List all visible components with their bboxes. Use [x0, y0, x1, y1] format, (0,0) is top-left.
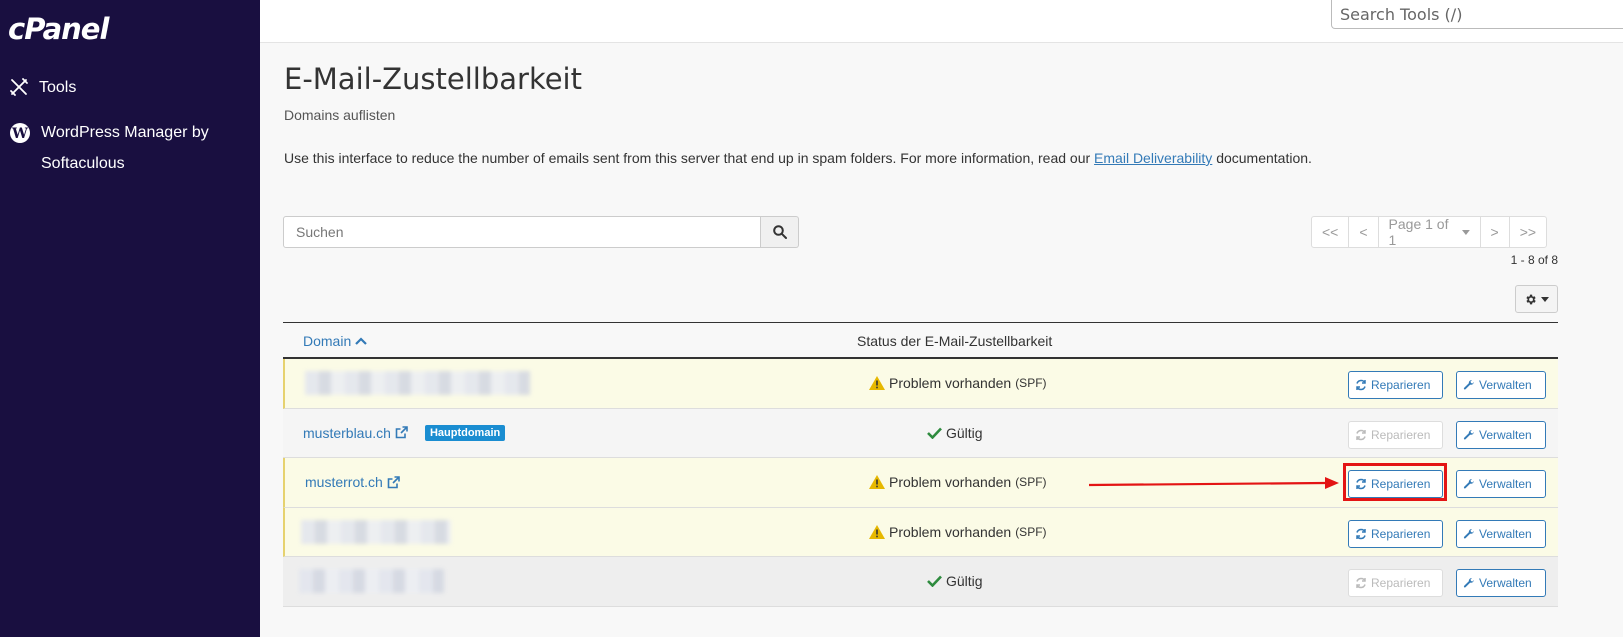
sidebar-item-wordpress[interactable]: W WordPress Manager by Softaculous [9, 117, 249, 179]
repair-button[interactable]: Reparieren [1348, 371, 1443, 399]
repair-button: Reparieren [1348, 420, 1443, 449]
chevron-up-icon [355, 337, 368, 345]
domain-cell: musterblau.ch Hauptdomain [303, 424, 506, 441]
caret-down-icon [1541, 296, 1549, 302]
sidebar-item-tools[interactable]: Tools [9, 72, 76, 103]
gear-icon [1526, 294, 1536, 304]
search-button[interactable] [761, 216, 799, 248]
refresh-icon [1356, 379, 1366, 391]
status-cell: Problem vorhanden (SPF) [869, 375, 1047, 391]
table-row: Problem vorhanden (SPF) Reparieren Verwal… [283, 359, 1558, 409]
check-icon [927, 427, 942, 439]
sidebar: cPanel Tools W WordPress Manager by Soft… [0, 0, 260, 637]
blurred-domain [301, 519, 451, 544]
next-page-button[interactable]: > [1479, 216, 1510, 248]
table-row: musterblau.ch Hauptdomain Gültig Reparie… [283, 408, 1558, 458]
email-deliverability-link[interactable]: Email Deliverability [1094, 150, 1212, 166]
page-subtitle: Domains auflisten [284, 107, 396, 123]
status-cell: Gültig [927, 573, 983, 589]
wrench-icon [1463, 429, 1474, 439]
annotation-highlight-box [1343, 463, 1447, 501]
sidebar-item-label: WordPress Manager by Softaculous [41, 124, 209, 172]
status-cell: Gültig [927, 425, 983, 441]
refresh-icon [1356, 577, 1366, 589]
blurred-domain [299, 569, 444, 593]
result-count: 1 - 8 of 8 [1510, 253, 1558, 267]
search-tools-input[interactable] [1331, 0, 1623, 29]
page-description: Use this interface to reduce the number … [284, 150, 1312, 166]
manage-button[interactable]: Verwalten [1456, 371, 1546, 399]
domain-link[interactable]: musterrot.ch [305, 474, 383, 490]
tools-icon [10, 78, 28, 96]
settings-dropdown-button[interactable] [1515, 285, 1558, 313]
warning-icon [869, 376, 885, 390]
page-title: E-Mail-Zustellbarkeit [284, 62, 582, 96]
wrench-icon [1463, 577, 1474, 588]
wrench-icon [1463, 478, 1474, 489]
manage-button[interactable]: Verwalten [1456, 569, 1546, 597]
last-page-button[interactable]: >> [1508, 216, 1548, 248]
primary-domain-badge: Hauptdomain [424, 424, 506, 441]
repair-button[interactable]: Reparieren [1348, 519, 1443, 548]
search-icon [772, 225, 787, 239]
table-row: Gültig Reparieren Verwalten [283, 557, 1558, 607]
status-cell: Problem vorhanden (SPF) [869, 524, 1047, 540]
svg-text:W: W [11, 126, 28, 142]
table-header: Domain Status der E-Mail-Zustellbarkeit [283, 322, 1558, 359]
domain-link[interactable]: musterblau.ch [303, 425, 391, 441]
repair-button: Reparieren [1348, 569, 1443, 597]
caret-down-icon [1461, 229, 1470, 235]
search-input[interactable] [283, 216, 761, 248]
table-row: Problem vorhanden (SPF) Reparieren Verwal… [283, 507, 1558, 557]
prev-page-button[interactable]: < [1348, 216, 1379, 248]
refresh-icon [1356, 429, 1366, 440]
domain-search [283, 216, 799, 248]
domain-cell: musterrot.ch [305, 474, 400, 490]
sort-domain-header[interactable]: Domain [303, 333, 368, 349]
external-link-icon[interactable] [395, 426, 408, 439]
blurred-domain [305, 371, 530, 395]
refresh-icon [1356, 528, 1366, 539]
pagination: << < Page 1 of 1 > >> [1311, 216, 1548, 248]
wrench-icon [1463, 379, 1474, 390]
manage-button[interactable]: Verwalten [1456, 420, 1546, 449]
annotation-arrow [1089, 477, 1339, 489]
warning-icon [869, 475, 885, 489]
first-page-button[interactable]: << [1311, 216, 1350, 248]
external-link-icon[interactable] [387, 475, 400, 489]
manage-button[interactable]: Verwalten [1456, 470, 1546, 498]
sidebar-item-label: Tools [39, 79, 77, 96]
status-cell: Problem vorhanden (SPF) [869, 474, 1047, 490]
status-column-header: Status der E-Mail-Zustellbarkeit [857, 333, 1053, 349]
check-icon [927, 575, 942, 587]
wrench-icon [1463, 528, 1474, 538]
warning-icon [869, 524, 885, 539]
cpanel-logo[interactable]: cPanel [8, 12, 109, 46]
page-select[interactable]: Page 1 of 1 [1377, 216, 1481, 248]
wordpress-icon: W [10, 123, 30, 143]
manage-button[interactable]: Verwalten [1456, 519, 1546, 548]
